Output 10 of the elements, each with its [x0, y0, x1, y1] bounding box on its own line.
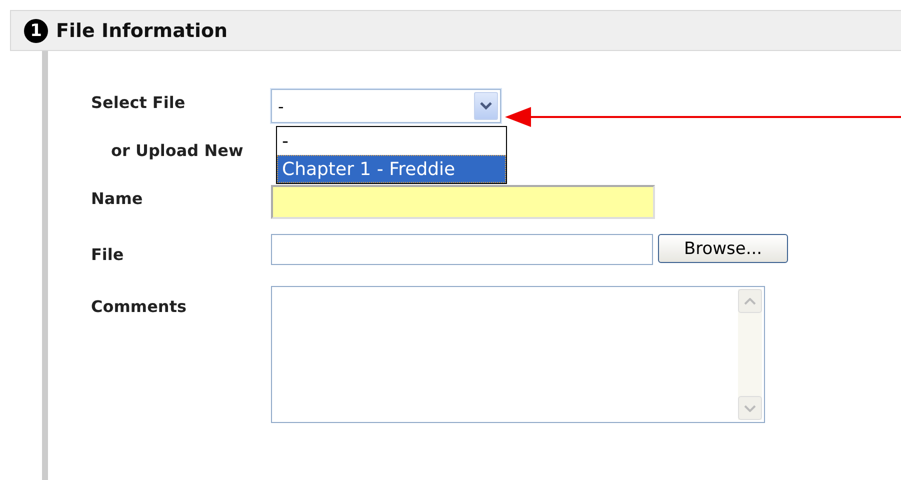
field-label: File — [91, 245, 125, 264]
section-title: File Information — [56, 20, 228, 42]
field-label: Name — [91, 189, 144, 208]
field-label: Select File — [91, 92, 186, 112]
step-number: 1 — [24, 18, 48, 42]
browse-button[interactable]: Browse... — [658, 234, 788, 263]
field-label: or Upload New — [110, 140, 244, 160]
file-select[interactable]: - — [271, 89, 501, 123]
field-label: Comments — [91, 297, 188, 316]
dropdown-option[interactable]: Chapter 1 - Freddie — [277, 155, 506, 183]
